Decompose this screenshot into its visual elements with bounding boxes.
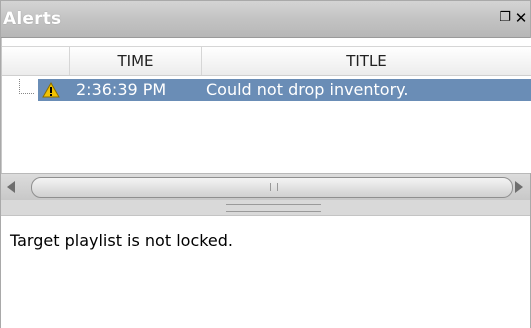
alert-title: Could not drop inventory. xyxy=(206,80,409,99)
pane-splitter[interactable] xyxy=(1,200,530,216)
scroll-left-arrow-icon[interactable] xyxy=(7,181,15,193)
scroll-right-arrow-icon[interactable] xyxy=(515,181,523,193)
column-header-time[interactable]: TIME xyxy=(70,47,202,75)
panel-title: Alerts xyxy=(3,9,62,29)
splitter-grip-icon xyxy=(226,204,321,212)
restore-window-icon[interactable]: ❐ xyxy=(498,11,512,25)
alert-detail-text: Target playlist is not locked. xyxy=(10,231,234,250)
horizontal-scrollbar[interactable] xyxy=(1,173,530,200)
close-icon[interactable]: ✕ xyxy=(514,11,528,26)
alerts-list: TIME TITLE 2:36:39 PM Could not drop inv… xyxy=(1,38,531,173)
column-header-blank[interactable] xyxy=(2,47,70,75)
alerts-panel: Alerts ❐ ✕ TIME TITLE 2:36:39 PM Could n… xyxy=(0,0,531,328)
alert-row[interactable]: 2:36:39 PM Could not drop inventory. xyxy=(2,79,531,101)
alert-detail-pane: Target playlist is not locked. xyxy=(1,216,530,328)
scrollbar-thumb[interactable] xyxy=(31,177,513,198)
scrollbar-grip-icon xyxy=(270,183,278,191)
alert-time: 2:36:39 PM xyxy=(76,80,167,99)
warning-icon xyxy=(42,82,60,98)
column-header: TIME TITLE xyxy=(2,46,531,76)
tree-connector xyxy=(19,79,34,94)
panel-title-bar[interactable]: Alerts ❐ ✕ xyxy=(1,1,530,38)
column-header-title[interactable]: TITLE xyxy=(202,47,531,75)
